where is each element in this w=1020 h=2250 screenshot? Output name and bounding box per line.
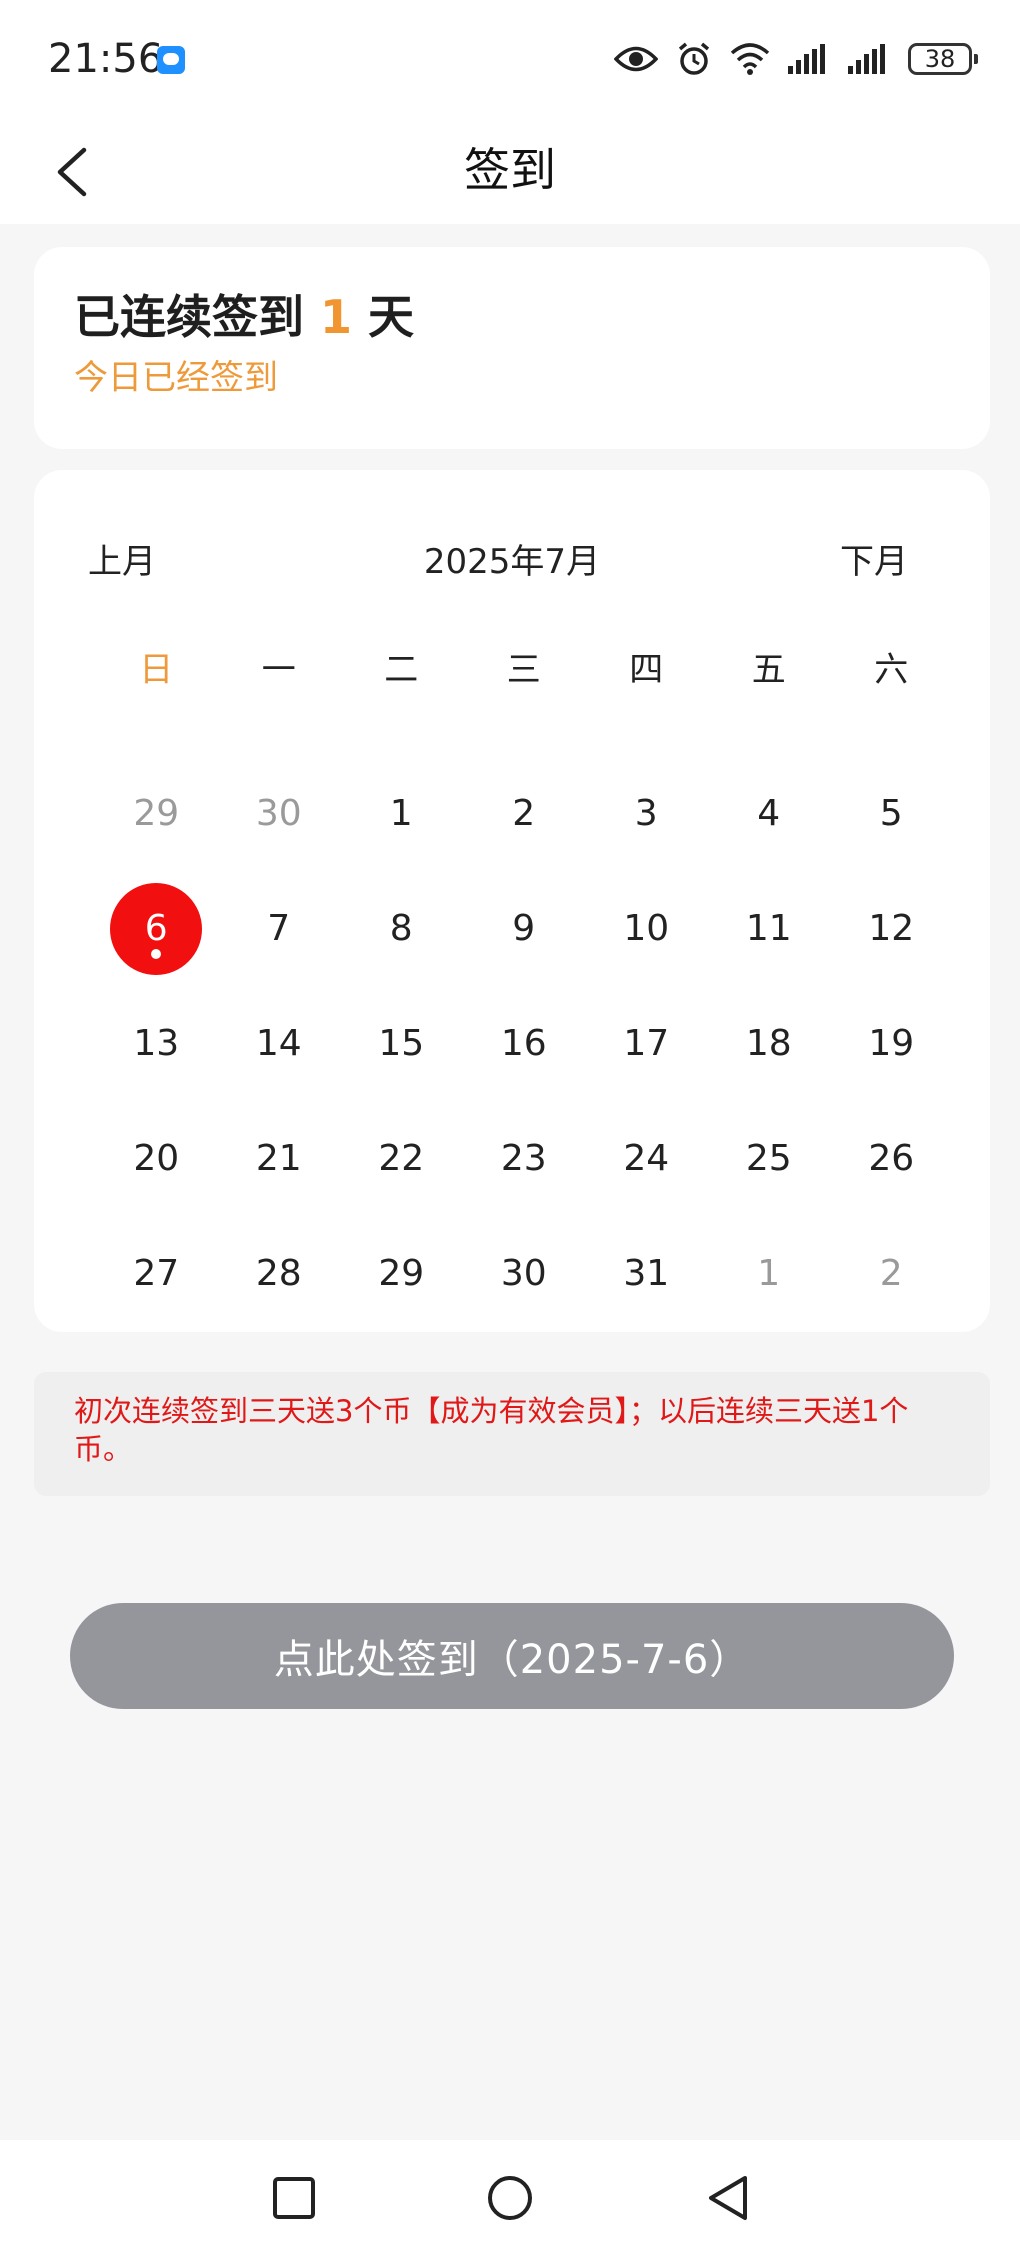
status-bar: 21:56 38 xyxy=(0,0,1020,120)
message-notification-icon xyxy=(157,46,185,74)
calendar-day[interactable]: 18 xyxy=(708,986,831,1101)
weekday-tue: 二 xyxy=(384,650,419,690)
calendar-day[interactable]: 2 xyxy=(463,756,586,871)
square-icon xyxy=(273,2177,315,2219)
streak-card: 已连续签到 1 天 今日已经签到 xyxy=(34,247,990,449)
status-time: 21:56 xyxy=(48,36,164,82)
reward-rules-notice: 初次连续签到三天送3个币【成为有效会员】；以后连续三天送1个币。 xyxy=(34,1372,990,1496)
calendar-day[interactable]: 25 xyxy=(708,1101,831,1216)
calendar-day[interactable]: 10 xyxy=(585,871,708,986)
weekday-wed: 三 xyxy=(506,650,541,690)
next-month-button[interactable]: 下月 xyxy=(840,532,908,592)
weekday-mon: 一 xyxy=(261,650,296,690)
calendar-day[interactable]: 1 xyxy=(708,1216,831,1331)
calendar-day[interactable]: 24 xyxy=(585,1101,708,1216)
weekday-thu: 四 xyxy=(629,650,664,690)
calendar-day[interactable]: 12 xyxy=(830,871,953,986)
calendar-day-selected[interactable]: 6 xyxy=(95,871,218,986)
streak-prefix: 已连续签到 xyxy=(74,290,304,344)
calendar-day[interactable]: 4 xyxy=(708,756,831,871)
alarm-icon xyxy=(678,42,710,75)
calendar-day[interactable]: 31 xyxy=(585,1216,708,1331)
calendar-day[interactable]: 2 xyxy=(830,1216,953,1331)
streak-count: 1 xyxy=(320,290,353,344)
calendar-day[interactable]: 13 xyxy=(95,986,218,1101)
calendar-day[interactable]: 7 xyxy=(218,871,341,986)
weekday-row: 日 一 二 三 四 五 六 xyxy=(95,640,953,700)
circle-icon xyxy=(488,2176,532,2220)
page-title: 签到 xyxy=(464,143,556,197)
signin-button[interactable]: 点此处签到（2025-7-6） xyxy=(70,1603,954,1709)
calendar-header: 上月 2025年7月 下月 xyxy=(34,532,990,592)
app-bar: 签到 xyxy=(0,120,1020,224)
wifi-icon xyxy=(730,43,770,75)
calendar-day[interactable]: 21 xyxy=(218,1101,341,1216)
selected-day-number: 6 xyxy=(144,908,168,949)
status-icons: 38 xyxy=(614,34,978,84)
weekday-fri: 五 xyxy=(751,650,786,690)
calendar-day[interactable]: 30 xyxy=(463,1216,586,1331)
triangle-back-icon xyxy=(709,2176,747,2220)
signal-icon-2 xyxy=(848,44,885,74)
today-signin-status: 今日已经签到 xyxy=(74,358,278,398)
calendar-day[interactable]: 29 xyxy=(95,756,218,871)
calendar-day[interactable]: 20 xyxy=(95,1101,218,1216)
system-nav-bar xyxy=(0,2140,1020,2250)
calendar-day[interactable]: 30 xyxy=(218,756,341,871)
calendar-day[interactable]: 8 xyxy=(340,871,463,986)
calendar-card: 上月 2025年7月 下月 日 一 二 三 四 五 六 29 30 1 2 3 … xyxy=(34,470,990,1332)
calendar-days-grid: 29 30 1 2 3 4 5 6 7 8 9 10 11 12 13 14 1… xyxy=(95,756,953,1331)
calendar-day[interactable]: 22 xyxy=(340,1101,463,1216)
selected-day-circle: 6 xyxy=(110,882,203,975)
system-back-button[interactable] xyxy=(698,2168,758,2228)
home-button[interactable] xyxy=(480,2168,540,2228)
streak-summary: 已连续签到 1 天 xyxy=(74,287,414,347)
calendar-day[interactable]: 27 xyxy=(95,1216,218,1331)
calendar-day[interactable]: 16 xyxy=(463,986,586,1101)
calendar-day[interactable]: 29 xyxy=(340,1216,463,1331)
calendar-day[interactable]: 23 xyxy=(463,1101,586,1216)
recent-apps-button[interactable] xyxy=(264,2168,324,2228)
calendar-day[interactable]: 17 xyxy=(585,986,708,1101)
weekday-sat: 六 xyxy=(874,650,909,690)
calendar-day[interactable]: 3 xyxy=(585,756,708,871)
eye-icon xyxy=(614,46,658,72)
calendar-day[interactable]: 26 xyxy=(830,1101,953,1216)
signal-icon xyxy=(788,44,825,74)
calendar-day[interactable]: 9 xyxy=(463,871,586,986)
calendar-day[interactable]: 15 xyxy=(340,986,463,1101)
calendar-day[interactable]: 11 xyxy=(708,871,831,986)
signed-in-dot-icon xyxy=(151,948,162,959)
weekday-sun: 日 xyxy=(139,650,174,690)
calendar-day[interactable]: 19 xyxy=(830,986,953,1101)
calendar-day[interactable]: 28 xyxy=(218,1216,341,1331)
calendar-day[interactable]: 5 xyxy=(830,756,953,871)
calendar-day[interactable]: 14 xyxy=(218,986,341,1101)
battery-level: 38 xyxy=(924,45,956,73)
streak-suffix: 天 xyxy=(368,290,415,344)
calendar-day[interactable]: 1 xyxy=(340,756,463,871)
battery-icon: 38 xyxy=(908,43,978,75)
